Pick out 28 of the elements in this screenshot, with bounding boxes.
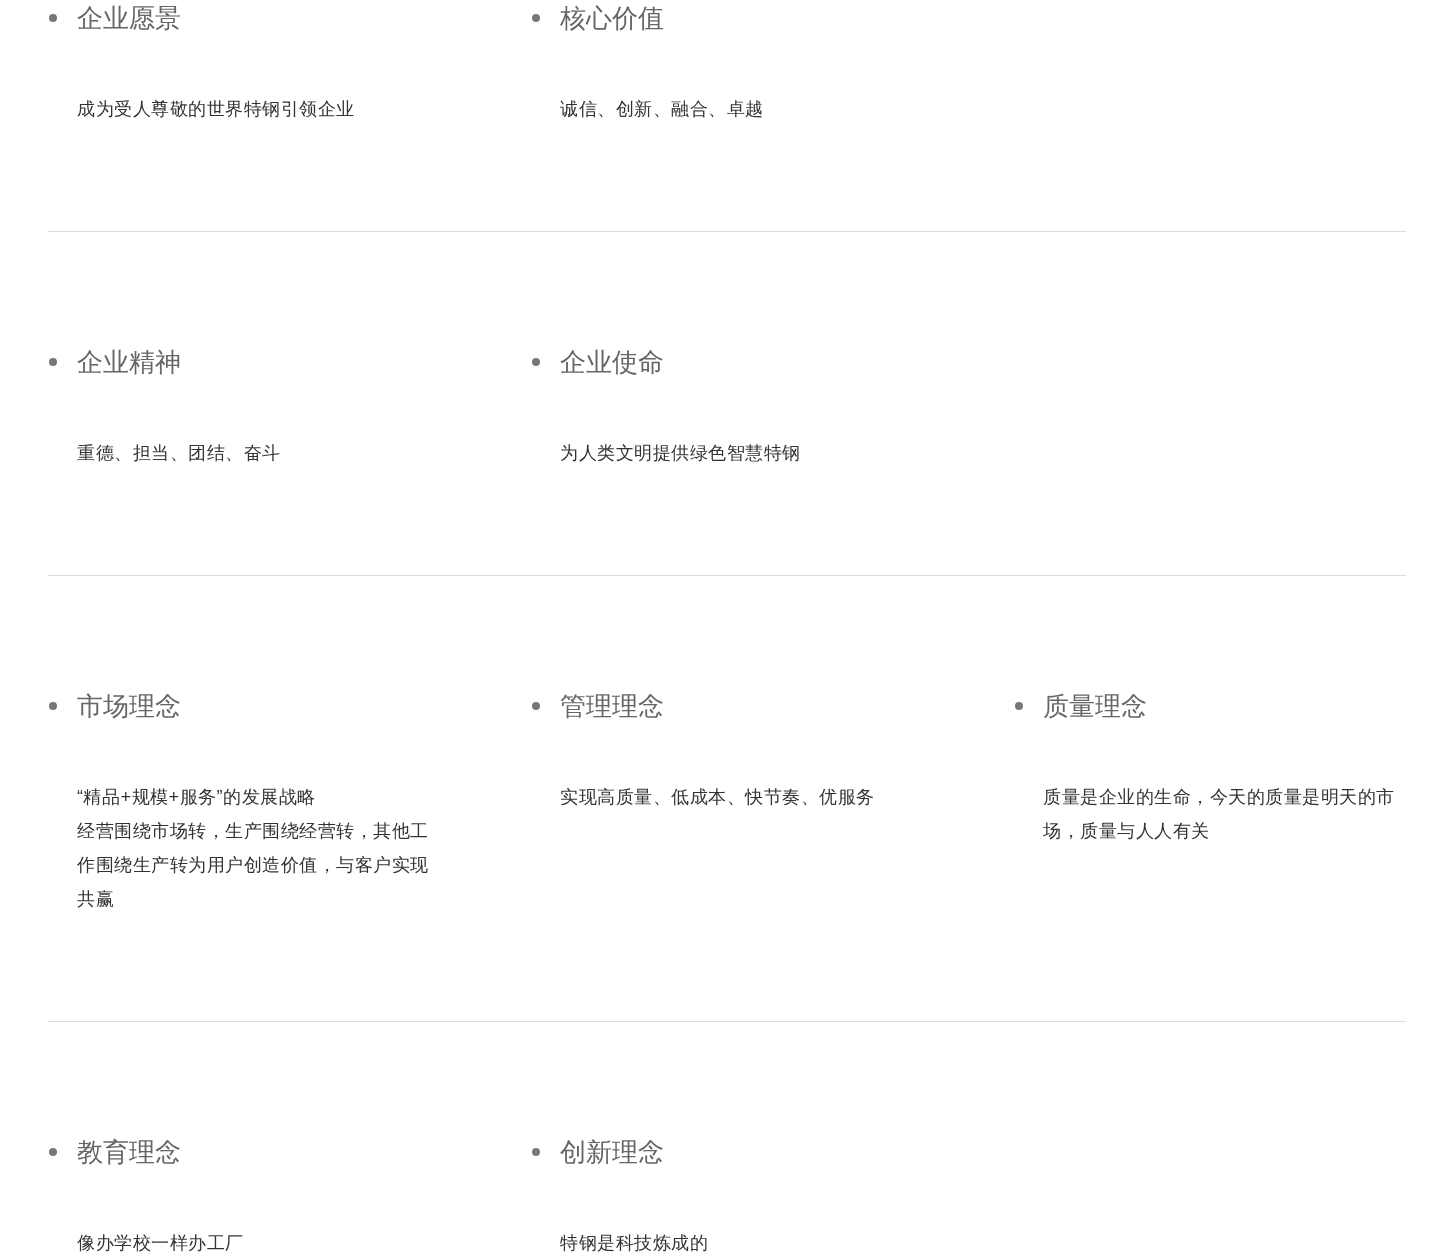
section-text: 经营围绕市场转，生产围绕经营转，其他工作围绕生产转为用户创造价值，与客户实现共赢 (77, 820, 430, 911)
section-heading: 质量理念 (1043, 690, 1147, 723)
section-text: “精品+规模+服务”的发展战略 (77, 786, 317, 809)
bullet-icon (49, 1148, 57, 1156)
section-heading: 创新理念 (560, 1136, 664, 1169)
bullet-icon (532, 14, 540, 22)
section-heading: 企业愿景 (77, 2, 181, 35)
bullet-icon (1015, 702, 1023, 710)
bullet-icon (49, 702, 57, 710)
section-text: 为人类文明提供绿色智慧特钢 (560, 442, 802, 465)
bullet-icon (532, 358, 540, 366)
bullet-icon (532, 702, 540, 710)
section-text: 重德、担当、团结、奋斗 (77, 442, 282, 465)
section-heading: 企业使命 (560, 346, 664, 379)
bullet-icon (49, 14, 57, 22)
bullet-icon (49, 358, 57, 366)
section-text: 质量是企业的生命，今天的质量是明天的市场，质量与人人有关 (1043, 786, 1396, 843)
section-heading: 企业精神 (77, 346, 181, 379)
section-heading: 市场理念 (77, 690, 181, 723)
section-heading: 管理理念 (560, 690, 664, 723)
section-text: 像办学校一样办工厂 (77, 1232, 245, 1255)
section-heading: 核心价值 (560, 2, 664, 35)
section-text: 实现高质量、低成本、快节奏、优服务 (560, 786, 876, 809)
section-text: 特钢是科技炼成的 (560, 1232, 709, 1255)
section-heading: 教育理念 (77, 1136, 181, 1169)
bullet-icon (532, 1148, 540, 1156)
section-text: 成为受人尊敬的世界特钢引领企业 (77, 98, 356, 121)
section-text: 诚信、创新、融合、卓越 (560, 98, 765, 121)
